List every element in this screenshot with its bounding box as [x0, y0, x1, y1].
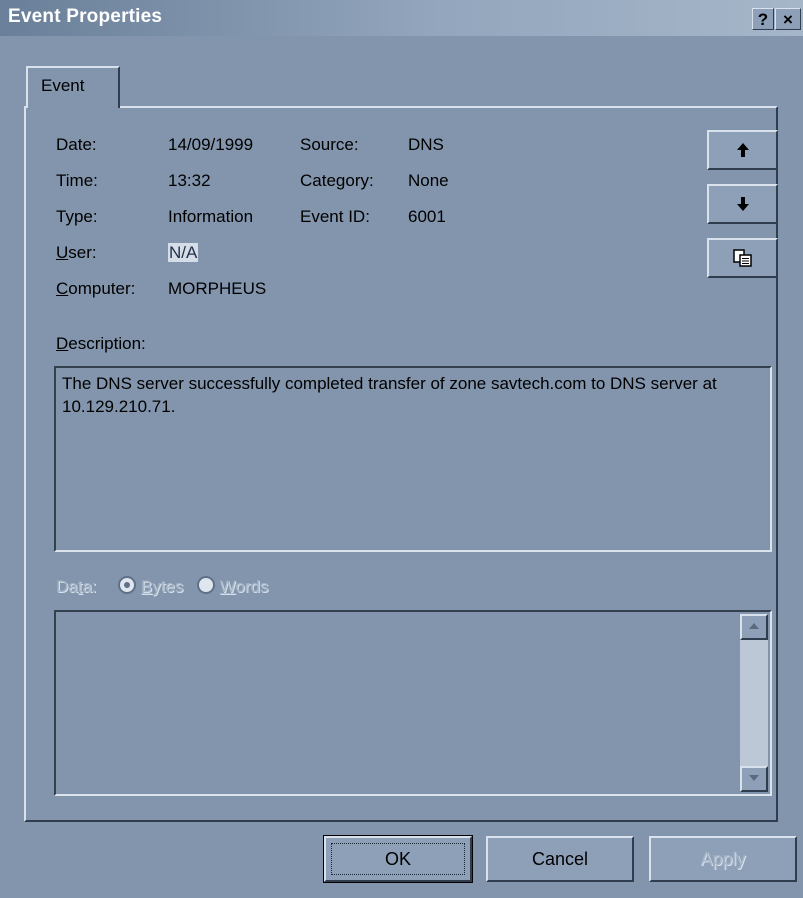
- computer-label: Computer:: [56, 279, 136, 298]
- source-label: Source:: [300, 135, 359, 154]
- help-button[interactable]: ?: [752, 8, 774, 30]
- event-id-label: Event ID:: [300, 207, 370, 226]
- description-textbox[interactable]: The DNS server successfully completed tr…: [54, 366, 772, 552]
- close-button[interactable]: ×: [775, 8, 801, 30]
- event-panel: Date: 14/09/1999 Source: DNS Time: 13:32…: [24, 106, 778, 822]
- arrow-down-icon: [736, 196, 749, 211]
- words-radio-label-first: W: [219, 577, 236, 596]
- user-label: User:: [56, 243, 97, 262]
- time-value: 13:32: [168, 171, 211, 190]
- date-label: Date:: [56, 135, 97, 154]
- next-event-button[interactable]: [707, 184, 778, 224]
- category-label: Category:: [300, 171, 374, 190]
- copy-icon: [732, 248, 752, 267]
- ok-button[interactable]: OK: [323, 835, 473, 883]
- data-scrollbar[interactable]: [740, 614, 768, 792]
- category-value: None: [408, 171, 449, 190]
- description-label: Description:: [56, 334, 146, 353]
- scroll-down-button[interactable]: [740, 766, 768, 792]
- type-label: Type:: [56, 207, 98, 226]
- type-value: Information: [168, 207, 254, 226]
- source-value: DNS: [408, 135, 444, 154]
- time-label: Time:: [56, 171, 98, 190]
- date-value: 14/09/1999: [168, 135, 254, 154]
- scroll-up-icon: [749, 623, 759, 630]
- title-bar: Event Properties ? ×: [0, 0, 803, 36]
- scroll-up-button[interactable]: [740, 614, 768, 640]
- window-title: Event Properties: [8, 6, 163, 27]
- scroll-down-icon: [749, 775, 759, 782]
- bytes-radio-label: ytes: [152, 577, 184, 596]
- bytes-radio-label-first: B: [140, 577, 153, 596]
- data-label: Data:: [56, 577, 97, 596]
- cancel-button[interactable]: Cancel: [486, 836, 634, 882]
- arrow-up-icon: [736, 142, 749, 157]
- computer-value[interactable]: MORPHEUS: [168, 279, 266, 299]
- bytes-radio[interactable]: [118, 576, 137, 594]
- event-id-value: 6001: [408, 207, 446, 226]
- copy-button[interactable]: [707, 238, 778, 278]
- previous-event-button[interactable]: [707, 130, 778, 170]
- tab-event[interactable]: Event: [26, 66, 120, 108]
- apply-button[interactable]: Apply: [649, 836, 797, 882]
- tab-event-label: Event: [41, 76, 85, 95]
- data-textbox[interactable]: [54, 610, 772, 796]
- description-text: The DNS server successfully completed tr…: [62, 374, 717, 416]
- words-radio-label: ords: [235, 577, 269, 596]
- data-options: Data: Bytes Words: [56, 576, 268, 597]
- user-value[interactable]: N/A: [168, 243, 199, 263]
- words-radio[interactable]: [196, 576, 215, 594]
